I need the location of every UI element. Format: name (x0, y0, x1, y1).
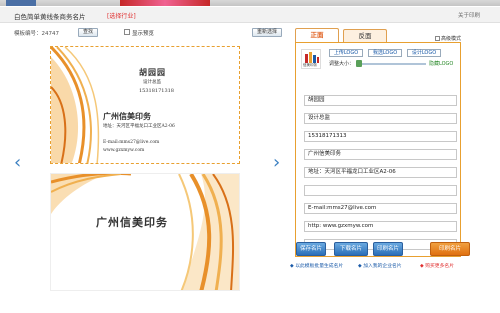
card-front-title: 设计总监 (143, 80, 161, 85)
logo-text: 信美印务 (303, 63, 317, 67)
card-back-preview[interactable]: 广州信美印务 (50, 173, 240, 291)
card-front-website: www.gzxmyw.com (103, 148, 145, 153)
field-phone[interactable]: 15318171313 (304, 131, 457, 142)
field-title[interactable]: 设计总监 (304, 113, 457, 124)
card-front-phone: 15318171318 (139, 88, 174, 94)
template-id-label: 模板编号：24747 (14, 31, 59, 37)
field-address[interactable]: 地址：天河区平福龙口工业区A2-06 (304, 167, 457, 178)
tab-back[interactable]: 反面 (343, 29, 387, 42)
edit-form: 信美印务 上传LOGO 我选LOGO 设计LOGO 调整大小： 隐藏LOGO 胡… (295, 42, 461, 257)
save-card-button[interactable]: 保存名片 (296, 242, 326, 256)
advanced-mode-checkbox[interactable] (435, 36, 440, 41)
field-website[interactable]: http: www.gzxmyw.com (304, 221, 457, 232)
find-button[interactable]: 查找 (78, 28, 99, 37)
card-front-preview[interactable]: 胡园园 设计总监 15318171318 广州信美印务 地址：天河区平福龙口工业… (50, 46, 240, 164)
card-front-company: 广州信美印务 (103, 111, 151, 121)
reselect-button[interactable]: 重新选择 (252, 28, 283, 37)
browser-top-strip (0, 0, 500, 6)
show-preview-checkbox[interactable] (124, 29, 130, 35)
template-toolbar: 模板编号：24747 查找 显示预览 重新选择 (14, 27, 284, 39)
order-card-button[interactable]: 印刷名片 (430, 242, 470, 256)
show-preview-label: 显示预览 (132, 31, 155, 37)
hide-logo-link[interactable]: 隐藏LOGO (429, 60, 453, 67)
card-front-address: 地址：天河区平福龙口工业区A2-06 (103, 124, 175, 129)
design-logo-button[interactable]: 设计LOGO (407, 49, 441, 57)
about-print-link[interactable]: 关于印刷 (458, 11, 480, 19)
logo-preview: 信美印务 (301, 49, 321, 69)
next-arrow-icon[interactable]: › (273, 152, 280, 173)
site-logo[interactable] (6, 0, 36, 6)
download-card-button[interactable]: 下载名片 (334, 242, 368, 256)
card-back-company: 广州信美印务 (96, 216, 168, 229)
field-email[interactable]: E-mail:mms27@live.com (304, 203, 457, 214)
prev-arrow-icon[interactable]: ‹ (14, 152, 21, 173)
field-company[interactable]: 广州信美印务 (304, 149, 457, 160)
select-industry-link[interactable]: [选择行业] (107, 11, 136, 20)
tab-front[interactable]: 正面 (295, 28, 339, 42)
batch-generate-link[interactable]: ◆ 以此模板批量生成名片 (290, 262, 343, 269)
logo-size-slider[interactable] (356, 60, 426, 67)
field-extra[interactable] (304, 185, 457, 196)
advanced-mode-toggle[interactable]: 高级模式 (435, 35, 461, 42)
page-header: 白色简单黄线条商务名片 [选择行业] 关于印刷 (0, 7, 500, 23)
page-title: 白色简单黄线条商务名片 (14, 13, 86, 21)
logo-size-label: 调整大小： (329, 61, 355, 67)
top-banner (120, 0, 210, 6)
upload-logo-button[interactable]: 上传LOGO (329, 49, 363, 57)
card-back-swoosh (51, 174, 239, 290)
choose-logo-button[interactable]: 我选LOGO (368, 49, 402, 57)
buy-more-link[interactable]: ◆ 购买更多名片 (420, 262, 454, 269)
footer-links: ◆ 以此模板批量生成名片 ◆ 加入我的企业名片 ◆ 购买更多名片 (290, 262, 500, 272)
edit-panel: 正面 反面 高级模式 信美印务 上传LOGO 我选LOGO 设计LOGO 调整大… (287, 26, 467, 271)
card-front-swoosh (51, 47, 100, 163)
card-front-name: 胡园园 (139, 67, 166, 77)
field-name[interactable]: 胡园园 (304, 95, 457, 106)
add-company-card-link[interactable]: ◆ 加入我的企业名片 (358, 262, 402, 269)
print-card-button[interactable]: 印刷名片 (373, 242, 403, 256)
card-front-email: E-mail:mms27@live.com (103, 140, 160, 145)
slider-knob[interactable] (356, 60, 362, 67)
